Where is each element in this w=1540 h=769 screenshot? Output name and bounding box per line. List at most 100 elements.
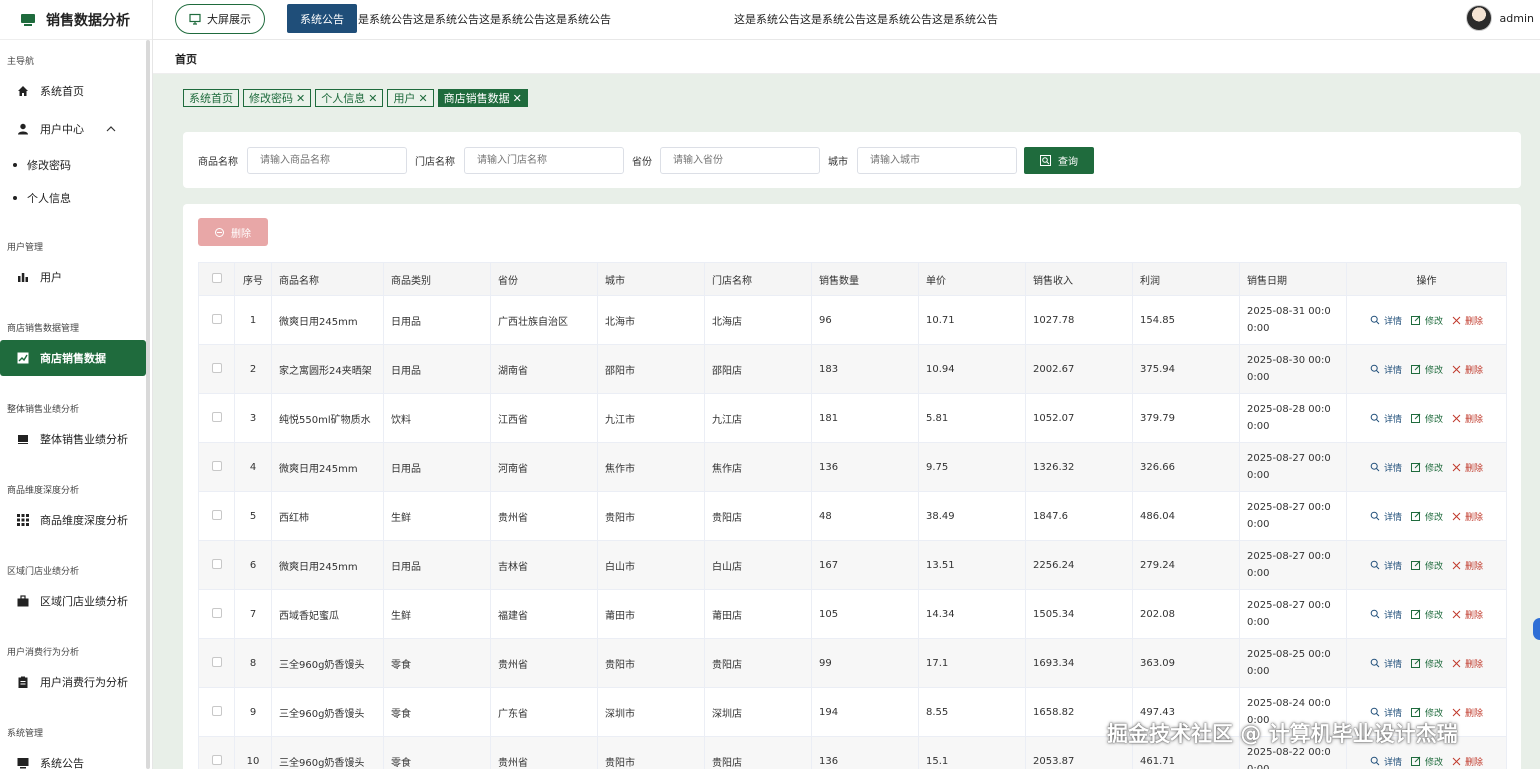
column-header: 城市 bbox=[597, 262, 705, 296]
edit-button[interactable]: 修改 bbox=[1410, 412, 1443, 425]
sidebar-item-users[interactable]: 用户 bbox=[0, 259, 146, 295]
sidebar-item-profile[interactable]: 个人信息 bbox=[13, 190, 71, 206]
table-cell: 零食 bbox=[383, 638, 491, 688]
detail-button[interactable]: 详情 bbox=[1370, 706, 1402, 719]
delete-button[interactable]: 删除 bbox=[1452, 363, 1483, 376]
product-name-input[interactable] bbox=[247, 147, 407, 174]
table-cell: 微爽日用245mm bbox=[271, 540, 384, 590]
edit-button[interactable]: 修改 bbox=[1410, 314, 1443, 327]
sidebar-item-user-center[interactable]: 用户中心 bbox=[0, 111, 146, 147]
table-cell: 1027.78 bbox=[1025, 295, 1133, 345]
delete-button[interactable]: 删除 bbox=[1452, 706, 1483, 719]
detail-button[interactable]: 详情 bbox=[1370, 608, 1402, 621]
delete-button[interactable]: 删除 bbox=[1452, 559, 1483, 572]
tab-home[interactable]: 系统首页 bbox=[183, 89, 239, 107]
select-all-checkbox[interactable] bbox=[211, 272, 222, 283]
edit-button[interactable]: 修改 bbox=[1410, 461, 1443, 474]
edit-button[interactable]: 修改 bbox=[1410, 559, 1443, 572]
tab-users[interactable]: 用户 ✕ bbox=[387, 89, 434, 107]
table-cell: 北海市 bbox=[597, 295, 705, 345]
sidebar-item-consumer[interactable]: 用户消费行为分析 bbox=[0, 664, 146, 700]
floating-helper-button[interactable] bbox=[1533, 618, 1540, 640]
row-checkbox[interactable] bbox=[211, 411, 222, 422]
row-checkbox[interactable] bbox=[211, 607, 222, 618]
edit-button[interactable]: 修改 bbox=[1410, 608, 1443, 621]
detail-button[interactable]: 详情 bbox=[1370, 755, 1402, 768]
delete-button[interactable]: 删除 bbox=[1452, 657, 1483, 670]
select-all-cell[interactable] bbox=[198, 262, 235, 296]
delete-button[interactable]: 删除 bbox=[1452, 510, 1483, 523]
edit-button[interactable]: 修改 bbox=[1410, 755, 1443, 768]
detail-button[interactable]: 详情 bbox=[1370, 314, 1402, 327]
row-select-cell[interactable] bbox=[198, 540, 235, 590]
bigscreen-button[interactable]: 大屏展示 bbox=[175, 4, 265, 34]
row-checkbox[interactable] bbox=[211, 656, 222, 667]
edit-button[interactable]: 修改 bbox=[1410, 657, 1443, 670]
table-cell: 2025-08-27 00:00:00 bbox=[1239, 589, 1347, 639]
store-name-input[interactable] bbox=[464, 147, 624, 174]
sidebar-item-store-sales[interactable]: 商店销售数据 bbox=[0, 340, 146, 376]
edit-button[interactable]: 修改 bbox=[1410, 363, 1443, 376]
row-select-cell[interactable] bbox=[198, 589, 235, 639]
detail-label: 详情 bbox=[1383, 659, 1402, 670]
close-icon[interactable]: ✕ bbox=[513, 92, 522, 105]
tab-label: 商店销售数据 bbox=[443, 92, 510, 105]
row-checkbox[interactable] bbox=[211, 558, 222, 569]
notice-badge[interactable]: 系统公告 bbox=[287, 4, 357, 33]
edit-button[interactable]: 修改 bbox=[1410, 510, 1443, 523]
delete-button[interactable]: 删除 bbox=[1452, 412, 1483, 425]
row-select-cell[interactable] bbox=[198, 491, 235, 541]
row-select-cell[interactable] bbox=[198, 736, 235, 769]
table-cell: 深圳店 bbox=[704, 687, 812, 737]
row-select-cell[interactable] bbox=[198, 393, 235, 443]
close-icon[interactable]: ✕ bbox=[296, 92, 305, 105]
city-input[interactable] bbox=[857, 147, 1017, 174]
row-select-cell[interactable] bbox=[198, 687, 235, 737]
sidebar-scrollbar[interactable] bbox=[146, 40, 150, 769]
row-checkbox[interactable] bbox=[211, 362, 222, 373]
detail-button[interactable]: 详情 bbox=[1370, 461, 1402, 474]
delete-button[interactable]: 删除 bbox=[1452, 608, 1483, 621]
breadcrumb-current[interactable]: 首页 bbox=[175, 51, 197, 67]
sidebar-item-change-password[interactable]: 修改密码 bbox=[13, 157, 71, 173]
sidebar-item-home[interactable]: 系统首页 bbox=[0, 73, 146, 109]
detail-button[interactable]: 详情 bbox=[1370, 363, 1402, 376]
row-select-cell[interactable] bbox=[198, 295, 235, 345]
province-input[interactable] bbox=[660, 147, 820, 174]
row-checkbox[interactable] bbox=[211, 460, 222, 471]
tab-change-password[interactable]: 修改密码 ✕ bbox=[243, 89, 312, 107]
table-cell: 1847.6 bbox=[1025, 491, 1133, 541]
row-select-cell[interactable] bbox=[198, 442, 235, 492]
sidebar-item-overall[interactable]: 整体销售业绩分析 bbox=[0, 421, 146, 457]
tab-profile[interactable]: 个人信息 ✕ bbox=[315, 89, 384, 107]
detail-button[interactable]: 详情 bbox=[1370, 412, 1402, 425]
row-select-cell[interactable] bbox=[198, 638, 235, 688]
detail-button[interactable]: 详情 bbox=[1370, 657, 1402, 670]
table-row: 3 纯悦550ml矿物质水 饮料 江西省 九江市 九江店 181 5.81 1052.07 379… bbox=[198, 393, 1507, 443]
row-select-cell[interactable] bbox=[198, 344, 235, 394]
close-icon[interactable]: ✕ bbox=[368, 92, 377, 105]
sidebar-item-product[interactable]: 商品维度深度分析 bbox=[0, 502, 146, 538]
user-menu[interactable]: admin bbox=[1465, 5, 1534, 31]
delete-button[interactable]: 删除 bbox=[1452, 314, 1483, 327]
detail-button[interactable]: 详情 bbox=[1370, 559, 1402, 572]
table-cell: 贵阳市 bbox=[597, 638, 705, 688]
edit-button[interactable]: 修改 bbox=[1410, 706, 1443, 719]
detail-button[interactable]: 详情 bbox=[1370, 510, 1402, 523]
row-checkbox[interactable] bbox=[211, 509, 222, 520]
delete-button[interactable]: 删除 bbox=[1452, 461, 1483, 474]
row-checkbox[interactable] bbox=[211, 705, 222, 716]
row-checkbox[interactable] bbox=[211, 754, 222, 765]
sidebar-item-notice[interactable]: 系统公告 bbox=[0, 745, 146, 769]
edit-label: 修改 bbox=[1424, 365, 1443, 376]
sidebar-item-label: 个人信息 bbox=[27, 192, 71, 205]
delete-button[interactable]: 删除 bbox=[1452, 755, 1483, 768]
delete-label: 删除 bbox=[1465, 610, 1484, 621]
batch-delete-button[interactable]: 删除 bbox=[198, 218, 268, 246]
tab-store-sales[interactable]: 商店销售数据 ✕ bbox=[437, 89, 528, 107]
close-icon[interactable]: ✕ bbox=[418, 92, 427, 105]
sidebar-item-region[interactable]: 区域门店业绩分析 bbox=[0, 583, 146, 619]
query-button[interactable]: 查询 bbox=[1024, 147, 1094, 174]
row-checkbox[interactable] bbox=[211, 313, 222, 324]
table-cell: 九江店 bbox=[704, 393, 812, 443]
